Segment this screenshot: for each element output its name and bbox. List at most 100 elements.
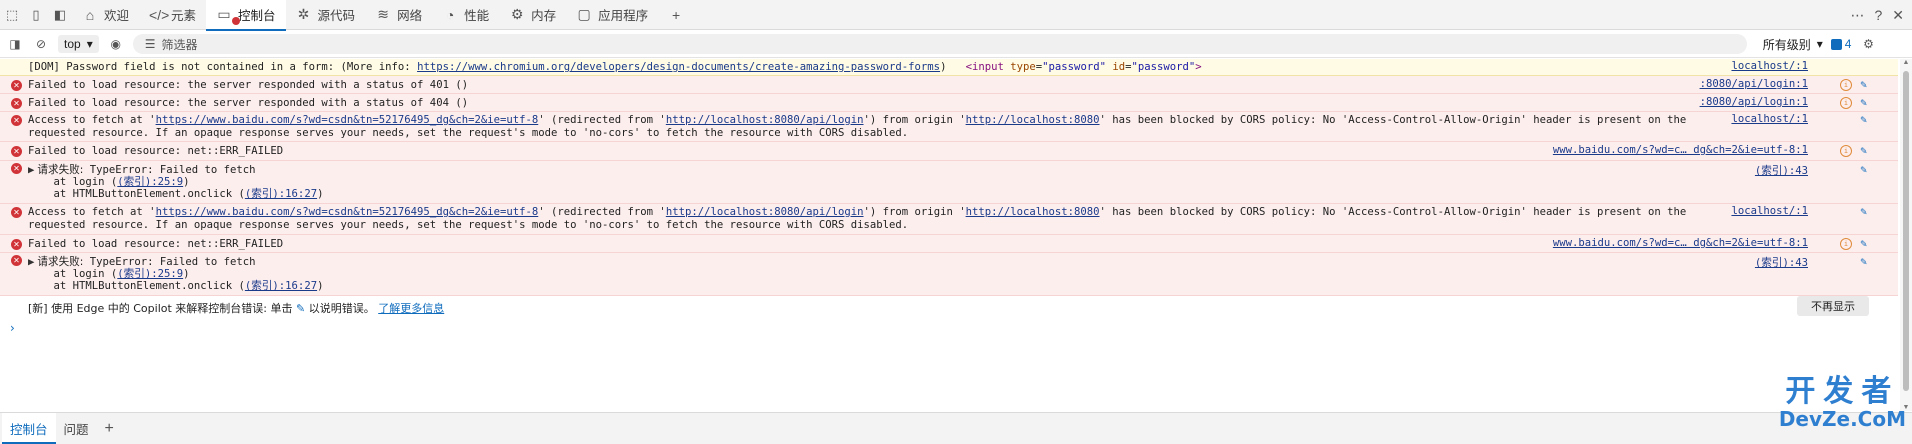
tab-elements[interactable]: </> 元素 [139, 0, 206, 30]
settings-gear-icon[interactable]: ⚙ [1859, 35, 1877, 53]
dock-sidebar-icon[interactable]: ◧ [48, 0, 72, 30]
tab-elements-label: 元素 [171, 9, 197, 23]
error-icon: ✕ [11, 207, 22, 218]
console-error-row: ✕ ▶ 请求失败: TypeError: Failed to fetch at l… [0, 253, 1898, 296]
plus-icon: + [672, 6, 681, 23]
scroll-up-arrow-icon[interactable]: ▲ [1902, 59, 1910, 66]
stack-frame: at HTMLButtonElement.onclick ((索引):16:27… [28, 280, 324, 292]
error-source-link[interactable]: localhost/:1 [1731, 113, 1808, 125]
dont-show-again-button[interactable]: 不再显示 [1797, 296, 1869, 316]
live-expression-eye-icon[interactable]: ◉ [107, 35, 125, 53]
filter-placeholder: 筛选器 [161, 37, 198, 52]
wifi-icon: ≋ [377, 6, 389, 22]
copilot-explain-icon[interactable]: ✎ [1857, 144, 1870, 157]
tab-memory-label: 内存 [531, 9, 557, 23]
context-value: top [64, 37, 81, 51]
log-levels-select[interactable]: 所有级别 ▾ [1763, 36, 1823, 53]
insights-icon[interactable]: i [1840, 79, 1852, 91]
error-url-link[interactable]: http://localhost:8080/api/login [666, 206, 864, 218]
context-select[interactable]: top ▾ [58, 35, 99, 53]
error-url-link[interactable]: http://localhost:8080 [966, 206, 1100, 218]
copilot-explain-icon[interactable]: ✎ [1857, 163, 1870, 176]
error-source-link[interactable]: :8080/api/login:1 [1700, 96, 1808, 108]
console-error-row: ✕ Failed to load resource: the server re… [0, 94, 1898, 112]
scroll-thumb[interactable] [1903, 71, 1909, 391]
insights-icon[interactable]: i [1840, 97, 1852, 109]
error-icon: ✕ [11, 239, 22, 250]
console-error-row: ✕ Failed to load resource: net::ERR_FAIL… [0, 142, 1898, 161]
error-url-link[interactable]: https://www.baidu.com/s?wd=csdn&tn=52176… [156, 114, 539, 126]
tab-network-label: 网络 [397, 9, 423, 23]
error-icon: ✕ [11, 98, 22, 109]
error-url-link[interactable]: http://localhost:8080 [966, 114, 1100, 126]
error-icon: ✕ [11, 115, 22, 126]
tabbar-actions: ⋯ ? ✕ [1850, 0, 1904, 30]
error-source-link[interactable]: www.baidu.com/s?wd=c… dg&ch=2&ie=utf-8:1 [1553, 237, 1808, 249]
issues-counter[interactable]: 4 [1830, 37, 1851, 51]
tab-performance[interactable]: ◔ 性能 [432, 0, 499, 30]
drawer-tabbar: 控制台 问题 + [0, 412, 1912, 444]
warning-source-link[interactable]: localhost/:1 [1731, 60, 1808, 72]
error-icon: ✕ [11, 146, 22, 157]
stack-frame: at HTMLButtonElement.onclick ((索引):16:27… [28, 188, 324, 200]
learn-more-link[interactable]: 了解更多信息 [378, 302, 444, 315]
copilot-explain-icon[interactable]: ✎ [1857, 255, 1870, 268]
copilot-tip-row: [新] 使用 Edge 中的 Copilot 来解释控制台错误: 单击 ✎ 以说… [0, 296, 1898, 318]
drawer-tab-console[interactable]: 控制台 [2, 413, 56, 444]
add-drawer-tab-plus-icon[interactable]: + [97, 420, 122, 438]
insights-icon[interactable]: i [1840, 238, 1852, 250]
error-source-link[interactable]: localhost/:1 [1731, 205, 1808, 217]
tab-sources-label: 源代码 [317, 9, 356, 23]
error-source-link[interactable]: :8080/api/login:1 [1700, 78, 1808, 90]
console-warning-row: [DOM] Password field is not contained in… [0, 59, 1898, 76]
copilot-explain-icon[interactable]: ✎ [1857, 237, 1870, 250]
stack-frame-link[interactable]: (索引):16:27 [245, 280, 317, 292]
help-icon[interactable]: ? [1874, 7, 1882, 23]
tab-console-label: 控制台 [238, 9, 276, 23]
clear-console-icon[interactable]: ⊘ [32, 35, 50, 53]
tab-sources[interactable]: ✲ 源代码 [286, 0, 366, 30]
tab-application[interactable]: ▢ 应用程序 [566, 0, 658, 30]
log-levels-label: 所有级别 [1762, 37, 1811, 52]
error-text: Failed to load resource: net::ERR_FAILED [28, 238, 284, 250]
stack-frame-link[interactable]: (索引):16:27 [245, 188, 317, 200]
tab-welcome[interactable]: ⌂ 欢迎 [72, 0, 139, 30]
home-icon: ⌂ [85, 6, 95, 23]
error-url-link[interactable]: https://www.baidu.com/s?wd=csdn&tn=52176… [156, 206, 539, 218]
tab-console[interactable]: ▭ 控制台 [206, 0, 286, 31]
error-source-link[interactable]: (索引):43 [1755, 255, 1808, 270]
tab-network[interactable]: ≋ 网络 [365, 0, 432, 30]
error-url-link[interactable]: http://localhost:8080/api/login [666, 114, 864, 126]
device-emulation-icon[interactable]: ▯ [24, 0, 48, 30]
tab-performance-label: 性能 [464, 9, 490, 23]
copilot-explain-icon[interactable]: ✎ [1857, 96, 1870, 109]
performance-icon: ◔ [445, 6, 455, 23]
issue-icon [1830, 38, 1842, 50]
watermark-line1: 开发者 [1785, 374, 1900, 409]
console-icon: ▭ [217, 6, 231, 22]
warning-info-link[interactable]: https://www.chromium.org/developers/desi… [417, 61, 940, 73]
error-badge [232, 16, 241, 25]
sidebar-toggle-icon[interactable]: ◨ [6, 35, 24, 53]
close-icon[interactable]: ✕ [1892, 7, 1904, 24]
filter-icon: ☰ [144, 37, 156, 51]
error-source-link[interactable]: www.baidu.com/s?wd=c… dg&ch=2&ie=utf-8:1 [1553, 144, 1808, 156]
console-scrollbar[interactable]: ▲ ▼ [1900, 59, 1912, 411]
inspect-element-icon[interactable]: ⬚ [0, 0, 24, 30]
copilot-explain-icon[interactable]: ✎ [1857, 113, 1870, 126]
insights-icon[interactable]: i [1840, 145, 1852, 157]
add-tab-button[interactable]: + [658, 0, 694, 30]
error-source-link[interactable]: (索引):43 [1755, 163, 1808, 178]
drawer-tab-issues[interactable]: 问题 [56, 413, 97, 444]
console-messages: [DOM] Password field is not contained in… [0, 59, 1900, 411]
devtools-tabbar: ⬚ ▯ ◧ ⌂ 欢迎 </> 元素 ▭ 控制台 ✲ 源代码 ≋ 网络 ◔ 性能 … [0, 0, 1912, 31]
copilot-explain-icon[interactable]: ✎ [1857, 205, 1870, 218]
console-error-row: ✕ Failed to load resource: net::ERR_FAIL… [0, 235, 1898, 253]
error-text: Failed to load resource: the server resp… [28, 97, 469, 109]
copilot-explain-icon[interactable]: ✎ [1857, 78, 1870, 91]
filter-input[interactable]: ☰ 筛选器 [132, 34, 1747, 54]
more-tools-icon[interactable]: ⋯ [1850, 7, 1864, 24]
copilot-tip-text: [新] 使用 Edge 中的 Copilot 来解释控制台错误: 单击 ✎ 以说… [28, 302, 445, 315]
tab-memory[interactable]: ⚙ 内存 [499, 0, 566, 30]
console-prompt-chevron-icon[interactable]: › [10, 321, 15, 335]
